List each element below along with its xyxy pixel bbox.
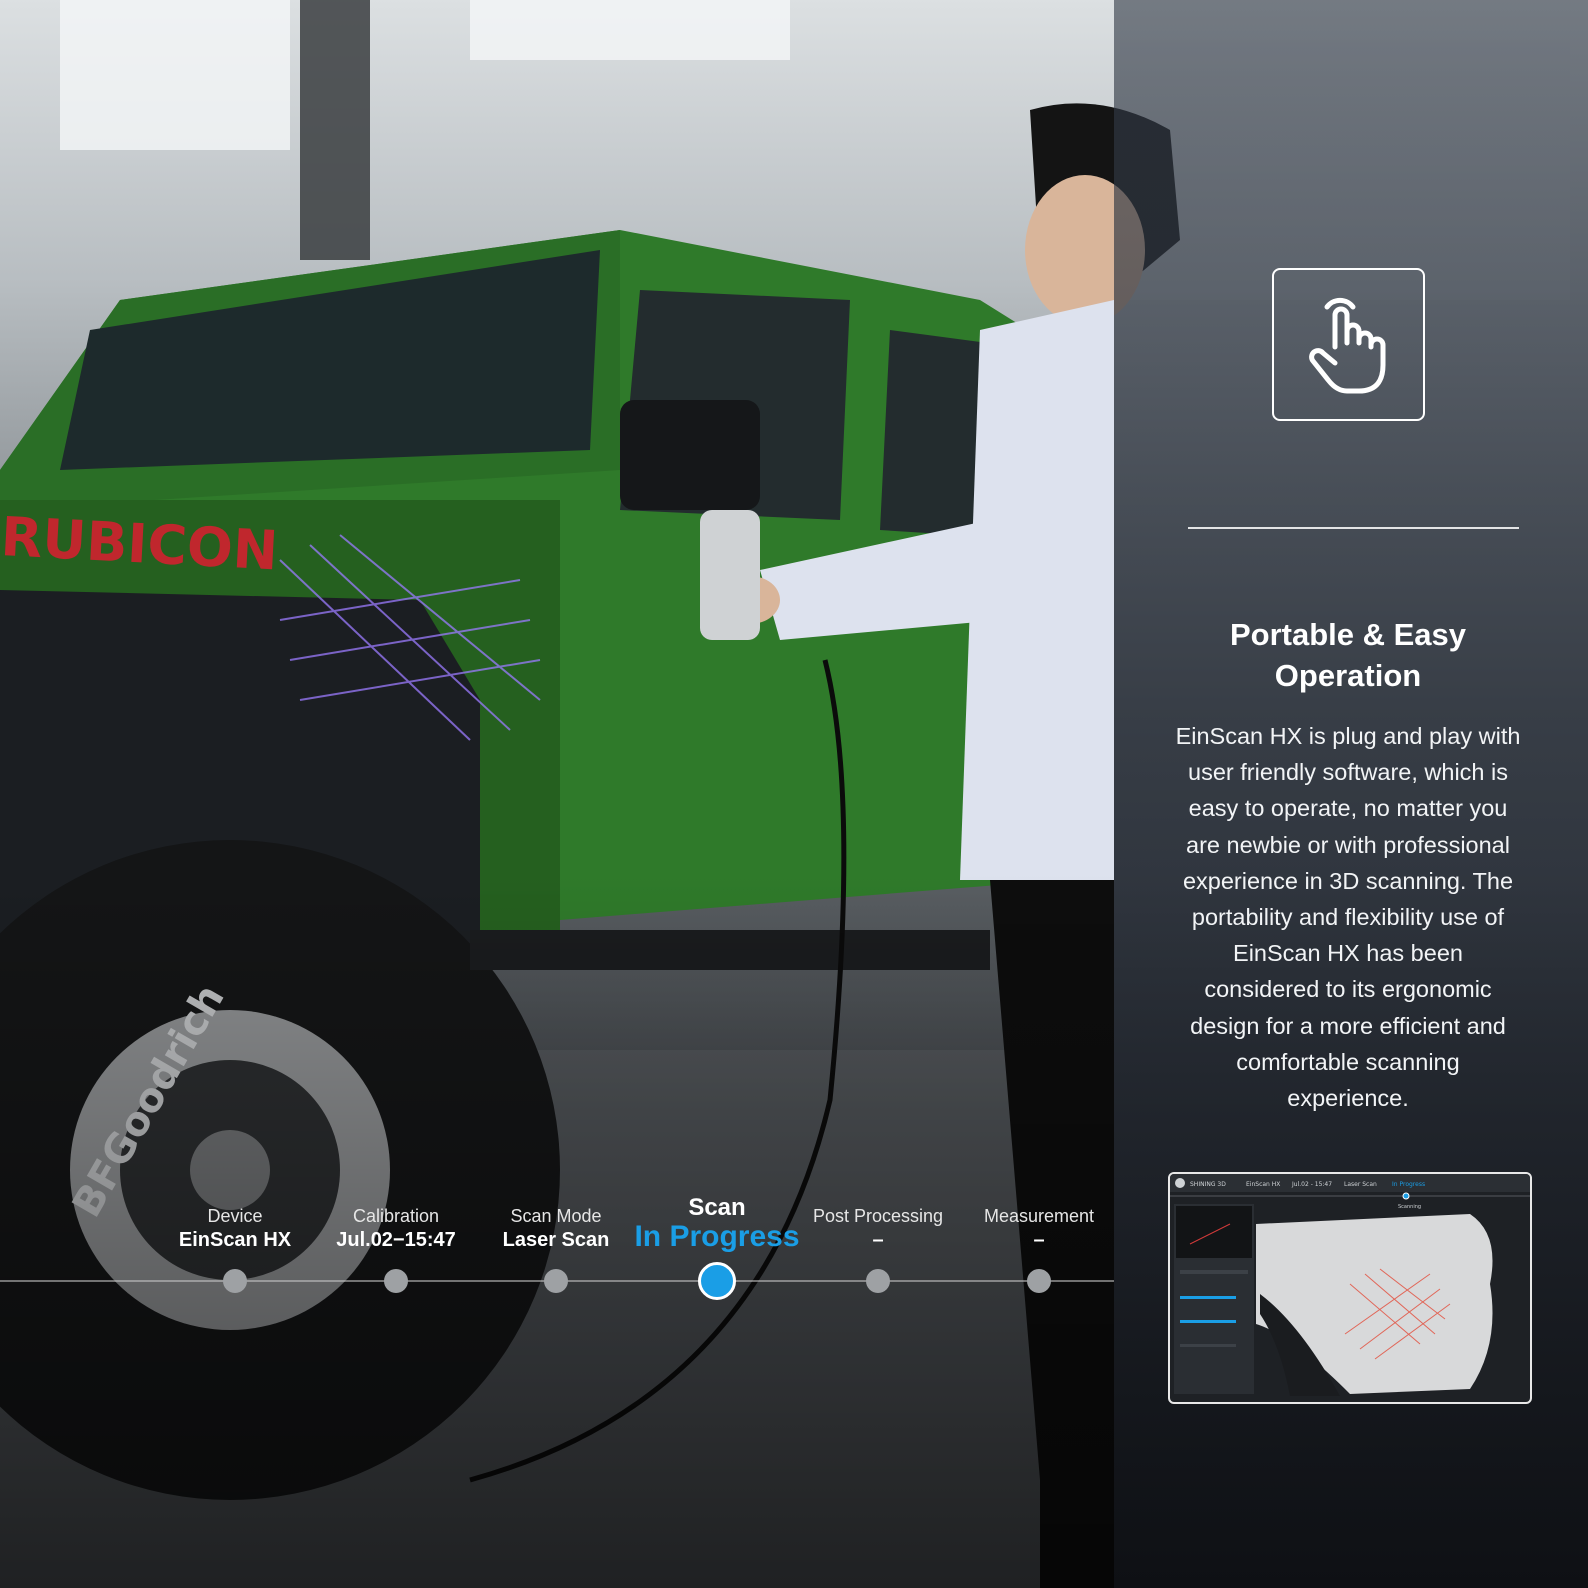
svg-text:SHINING 3D: SHINING 3D <box>1190 1181 1226 1188</box>
step-label-device: Device <box>207 1206 263 1226</box>
svg-text:Scanning: Scanning <box>1398 1204 1421 1210</box>
step-label-post-processing: Post Processing <box>812 1206 944 1226</box>
svg-text:EinScan HX: EinScan HX <box>1246 1181 1280 1188</box>
panel-divider <box>1188 527 1519 529</box>
software-screenshot-thumbnail: SHINING 3D EinScan HX Jul.02 - 15:47 Las… <box>1168 1172 1532 1404</box>
step-dot-scan-mode <box>544 1269 568 1293</box>
step-dot-post-processing <box>866 1269 890 1293</box>
step-dot-calibration <box>384 1269 408 1293</box>
svg-text:Laser Scan: Laser Scan <box>1344 1181 1377 1188</box>
touch-icon-box <box>1272 268 1425 421</box>
step-value-measurement: – <box>1033 1229 1045 1251</box>
step-dot-scan <box>698 1262 736 1300</box>
touch-hand-icon <box>1308 297 1385 393</box>
step-label-measurement: Measurement <box>983 1206 1095 1226</box>
panel-description: EinScan HX is plug and play with user fr… <box>1175 723 1521 1112</box>
svg-text:In Progress: In Progress <box>1392 1181 1425 1188</box>
panel-heading: Portable & Easy Operation <box>1229 617 1467 693</box>
step-label-calibration: Calibration <box>352 1206 440 1226</box>
svg-text:Jul.02 - 15:47: Jul.02 - 15:47 <box>1291 1181 1332 1188</box>
step-dot-device <box>223 1269 247 1293</box>
software-preview-image: SHINING 3D EinScan HX Jul.02 - 15:47 Las… <box>1170 1174 1530 1396</box>
step-dot-measurement <box>1027 1269 1051 1293</box>
step-label-scan: Scan <box>688 1194 746 1221</box>
